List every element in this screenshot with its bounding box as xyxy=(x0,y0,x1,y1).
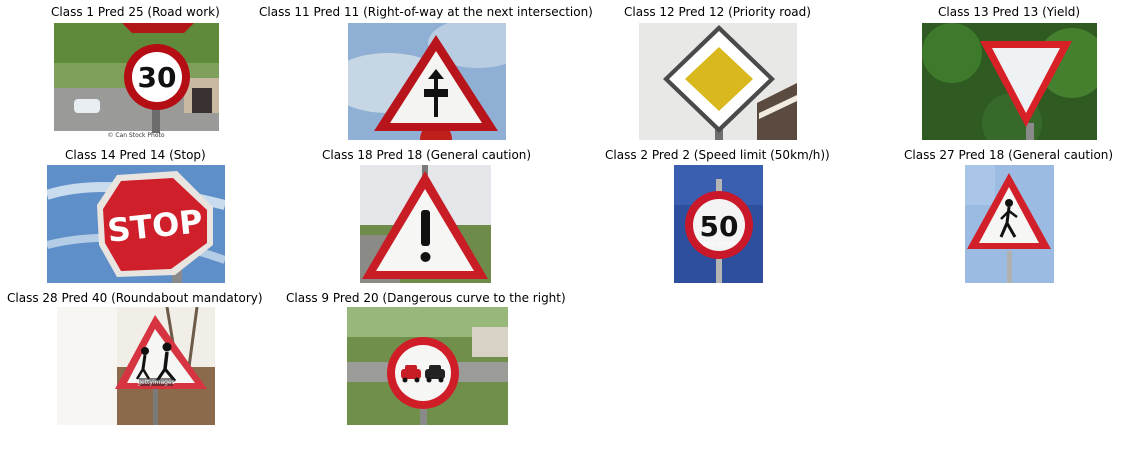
children-crossing-sign-image: gettyimages xyxy=(57,307,215,425)
panel-title: Class 1 Pred 25 (Road work) xyxy=(51,5,220,19)
panel-title: Class 2 Pred 2 (Speed limit (50km/h)) xyxy=(605,148,830,162)
getty-watermark: gettyimages xyxy=(137,379,175,386)
watermark-text: © Can Stock Photo xyxy=(107,132,164,139)
speed-limit-50-sign-image: 50 getty images xyxy=(674,165,763,283)
sign-number-text: 50 xyxy=(700,210,739,243)
getty-watermark: getty images xyxy=(703,241,736,247)
panel-title: Class 18 Pred 18 (General caution) xyxy=(322,148,532,162)
general-caution-sign-image xyxy=(360,165,491,283)
panel-title: Class 28 Pred 40 (Roundabout mandatory) xyxy=(7,291,263,305)
panel-title: Class 11 Pred 11 (Right-of-way at the ne… xyxy=(259,5,593,19)
speed-limit-30-sign-image: 30 © Can Stock Photo xyxy=(54,23,219,140)
panel-title: Class 9 Pred 20 (Dangerous curve to the … xyxy=(286,291,566,305)
panel-title: Class 27 Pred 18 (General caution) xyxy=(904,148,1114,162)
panel-title: Class 14 Pred 14 (Stop) xyxy=(65,148,206,162)
pedestrians-sign-image xyxy=(965,165,1054,283)
yield-sign-image xyxy=(922,23,1097,140)
stop-sign-image: STOP xyxy=(47,165,225,283)
right-of-way-sign-image xyxy=(348,23,506,140)
panel-title: Class 12 Pred 12 (Priority road) xyxy=(624,5,811,19)
panel-title: Class 13 Pred 13 (Yield) xyxy=(938,5,1080,19)
priority-road-sign-image xyxy=(639,23,797,140)
no-passing-sign-image xyxy=(347,307,508,425)
sign-number-text: 30 xyxy=(138,61,177,94)
